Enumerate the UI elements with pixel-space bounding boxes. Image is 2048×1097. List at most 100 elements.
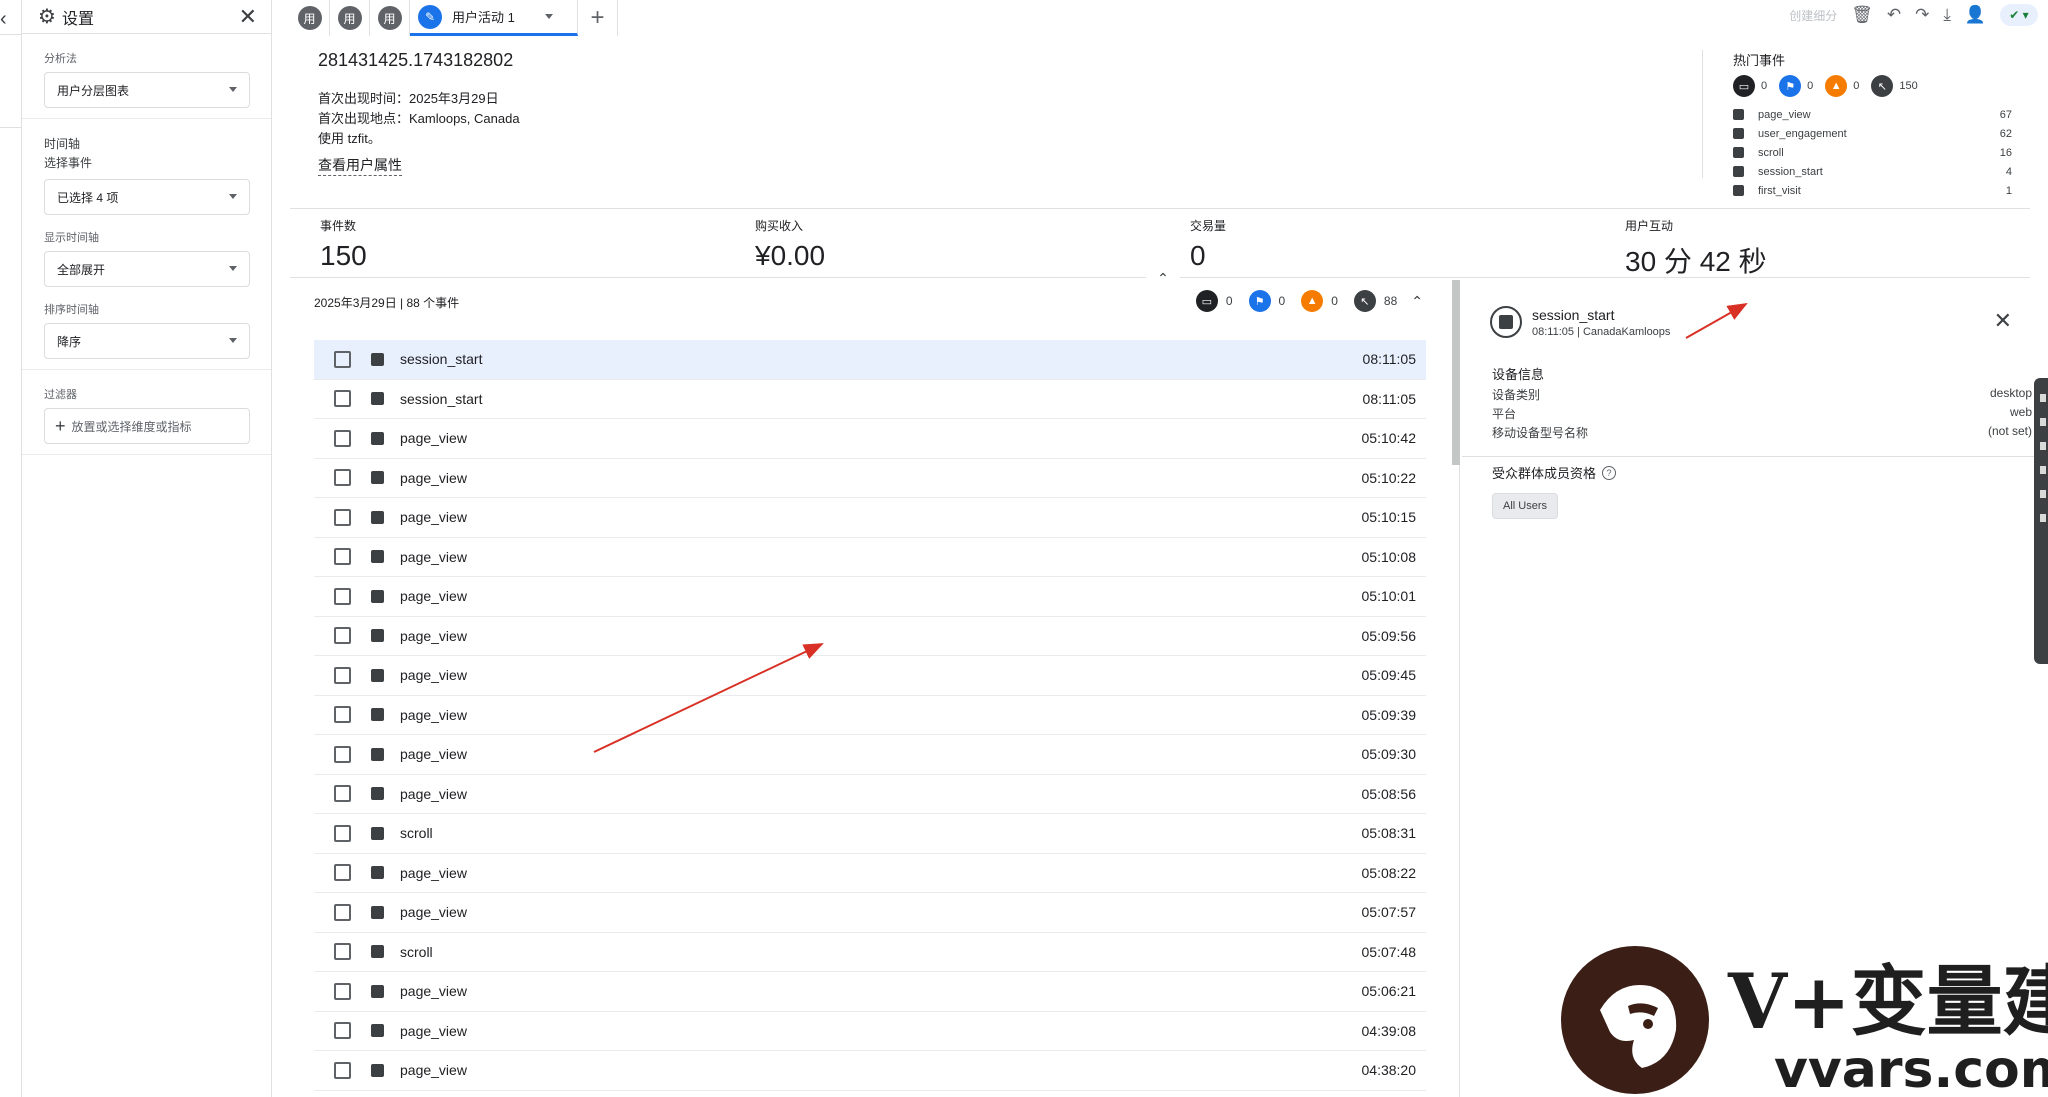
row-checkbox[interactable] bbox=[334, 1022, 351, 1040]
event-row[interactable]: page_view 05:09:39 bbox=[314, 696, 1426, 735]
cursor-event-icon bbox=[371, 708, 384, 722]
caret-down-icon[interactable] bbox=[544, 14, 553, 19]
event-time: 05:09:56 bbox=[1361, 627, 1417, 644]
event-row[interactable]: page_view 05:09:30 bbox=[314, 735, 1426, 775]
help-icon[interactable]: ? bbox=[1602, 465, 1617, 480]
row-checkbox[interactable] bbox=[334, 469, 351, 487]
tool-icon[interactable] bbox=[2040, 490, 2046, 498]
event-time: 05:07:57 bbox=[1361, 904, 1417, 921]
top-event-row[interactable]: user_engagement 62 bbox=[1733, 124, 2012, 143]
event-row[interactable]: session_start 08:11:05 bbox=[314, 380, 1426, 419]
create-segment-button[interactable]: 创建细分 bbox=[1789, 7, 1837, 24]
top-event-row[interactable]: scroll 16 bbox=[1733, 143, 2012, 162]
row-checkbox[interactable] bbox=[334, 508, 351, 526]
event-row[interactable]: page_view 05:10:15 bbox=[314, 498, 1426, 538]
tool-icon[interactable] bbox=[2040, 514, 2046, 522]
row-checkbox[interactable] bbox=[334, 350, 351, 368]
row-checkbox[interactable] bbox=[334, 943, 351, 961]
event-row[interactable]: page_view 05:10:08 bbox=[314, 538, 1426, 577]
top-event-name: session_start bbox=[1758, 165, 1823, 178]
scrollbar-thumb[interactable] bbox=[1452, 280, 1460, 465]
technique-dropdown[interactable]: 用户分层图表 bbox=[44, 72, 250, 108]
tab-segment-1[interactable]: 用 bbox=[290, 0, 330, 36]
row-checkbox[interactable] bbox=[334, 429, 351, 447]
event-row[interactable]: page_view 05:10:01 bbox=[314, 577, 1426, 617]
warning-icon: ▲ bbox=[1301, 290, 1324, 312]
chevron-up-icon[interactable]: ⌃ bbox=[1411, 293, 1423, 310]
timeline-section: 时间轴 选择事件 已选择 4 项 显示时间轴 全部展开 排序时间轴 降序 bbox=[22, 119, 271, 370]
download-icon[interactable]: ⤓ bbox=[1943, 5, 1951, 25]
event-row[interactable]: page_view 04:38:20 bbox=[314, 1051, 1426, 1091]
row-checkbox[interactable] bbox=[334, 745, 351, 763]
row-checkbox[interactable] bbox=[334, 666, 351, 684]
undo-icon[interactable]: ↶ bbox=[1887, 5, 1901, 25]
top-event-row[interactable]: session_start 4 bbox=[1733, 162, 2012, 181]
view-user-properties-link[interactable]: 查看用户属性 bbox=[318, 155, 402, 176]
profile-meta: 首次出现时间：2025年3月29日 首次出现地点：Kamloops, Canad… bbox=[318, 89, 520, 149]
row-checkbox[interactable] bbox=[334, 982, 351, 1000]
tool-icon[interactable] bbox=[2040, 442, 2046, 450]
count-general: 0 bbox=[1225, 294, 1233, 308]
audience-chip[interactable]: All Users bbox=[1492, 493, 1559, 519]
filters-section: 过滤器 + 放置或选择维度或指标 bbox=[22, 370, 271, 455]
top-event-name: first_visit bbox=[1758, 184, 1801, 197]
event-row[interactable]: page_view 05:08:56 bbox=[314, 775, 1426, 814]
row-checkbox[interactable] bbox=[334, 627, 351, 645]
cursor-event-icon bbox=[371, 550, 384, 564]
row-checkbox[interactable] bbox=[334, 785, 351, 803]
tool-icon[interactable] bbox=[2040, 466, 2046, 474]
trash-icon[interactable]: 🗑 bbox=[1851, 5, 1873, 25]
row-checkbox[interactable] bbox=[334, 864, 351, 882]
close-icon[interactable]: ✕ bbox=[1994, 308, 2012, 334]
side-toolbar[interactable] bbox=[2034, 378, 2048, 664]
event-name: scroll bbox=[400, 943, 433, 960]
event-row[interactable]: session_start 08:11:05 bbox=[314, 340, 1426, 380]
add-tab-button[interactable]: + bbox=[578, 0, 618, 36]
sort-timeline-dropdown[interactable]: 降序 bbox=[44, 323, 250, 359]
status-check-icon[interactable]: ✔ ▾ bbox=[2000, 4, 2038, 26]
row-checkbox[interactable] bbox=[334, 1061, 351, 1079]
row-checkbox[interactable] bbox=[334, 548, 351, 566]
select-events-dropdown[interactable]: 已选择 4 项 bbox=[44, 179, 250, 215]
count-conversion: 0 bbox=[1807, 80, 1814, 92]
event-time: 05:10:42 bbox=[1361, 430, 1417, 447]
tool-icon[interactable] bbox=[2040, 394, 2046, 402]
back-chevron-icon[interactable]: ‹ bbox=[0, 8, 7, 31]
tab-user-activity[interactable]: ✎ 用户活动 1 bbox=[410, 0, 578, 36]
event-row[interactable]: scroll 05:07:48 bbox=[314, 933, 1426, 972]
event-row[interactable]: page_view 05:08:22 bbox=[314, 854, 1426, 893]
row-checkbox[interactable] bbox=[334, 706, 351, 724]
row-checkbox[interactable] bbox=[334, 390, 351, 408]
event-name: page_view bbox=[400, 1022, 467, 1039]
top-event-row[interactable]: first_visit 1 bbox=[1733, 181, 2012, 200]
filter-drop-zone[interactable]: + 放置或选择维度或指标 bbox=[44, 408, 250, 444]
redo-icon[interactable]: ↷ bbox=[1915, 5, 1929, 25]
tab-segment-2[interactable]: 用 bbox=[330, 0, 370, 36]
tab-segment-3[interactable]: 用 bbox=[370, 0, 410, 36]
close-icon[interactable]: ✕ bbox=[239, 4, 257, 30]
device-info-label: 移动设备型号名称 bbox=[1492, 426, 1589, 440]
event-row[interactable]: page_view 04:39:08 bbox=[314, 1012, 1426, 1051]
display-timeline-dropdown[interactable]: 全部展开 bbox=[44, 251, 250, 287]
event-name: page_view bbox=[400, 785, 467, 802]
top-event-count: 4 bbox=[2005, 165, 2012, 178]
row-checkbox[interactable] bbox=[334, 903, 351, 921]
device-info-label: 平台 bbox=[1492, 407, 1517, 421]
share-user-icon[interactable]: 👤 bbox=[1965, 5, 1986, 25]
count-general: 0 bbox=[1761, 80, 1768, 92]
tool-icon[interactable] bbox=[2040, 418, 2046, 426]
event-row[interactable]: page_view 05:06:21 bbox=[314, 972, 1426, 1012]
event-row[interactable]: page_view 05:10:22 bbox=[314, 459, 1426, 498]
row-checkbox[interactable] bbox=[334, 824, 351, 842]
row-checkbox[interactable] bbox=[334, 587, 351, 605]
top-event-row[interactable]: page_view 67 bbox=[1733, 105, 2012, 124]
event-name: page_view bbox=[400, 1062, 467, 1079]
event-row[interactable]: page_view 05:07:57 bbox=[314, 893, 1426, 933]
top-events-counts: ▭ 0 ⚑ 0 ▲ 0 ↖ 150 bbox=[1733, 75, 2012, 97]
tab-bar: 用 用 用 ✎ 用户活动 1 + 创建细分 🗑 ↶ ↷ ⤓ 👤 ✔ ▾ bbox=[290, 0, 2048, 36]
event-row[interactable]: page_view 05:09:45 bbox=[314, 656, 1426, 696]
event-row[interactable]: page_view 05:09:56 bbox=[314, 617, 1426, 656]
event-row[interactable]: scroll 05:08:31 bbox=[314, 814, 1426, 854]
event-list: session_start 08:11:05 session_start 08:11:… bbox=[314, 340, 1426, 1091]
event-row[interactable]: page_view 05:10:42 bbox=[314, 419, 1426, 459]
